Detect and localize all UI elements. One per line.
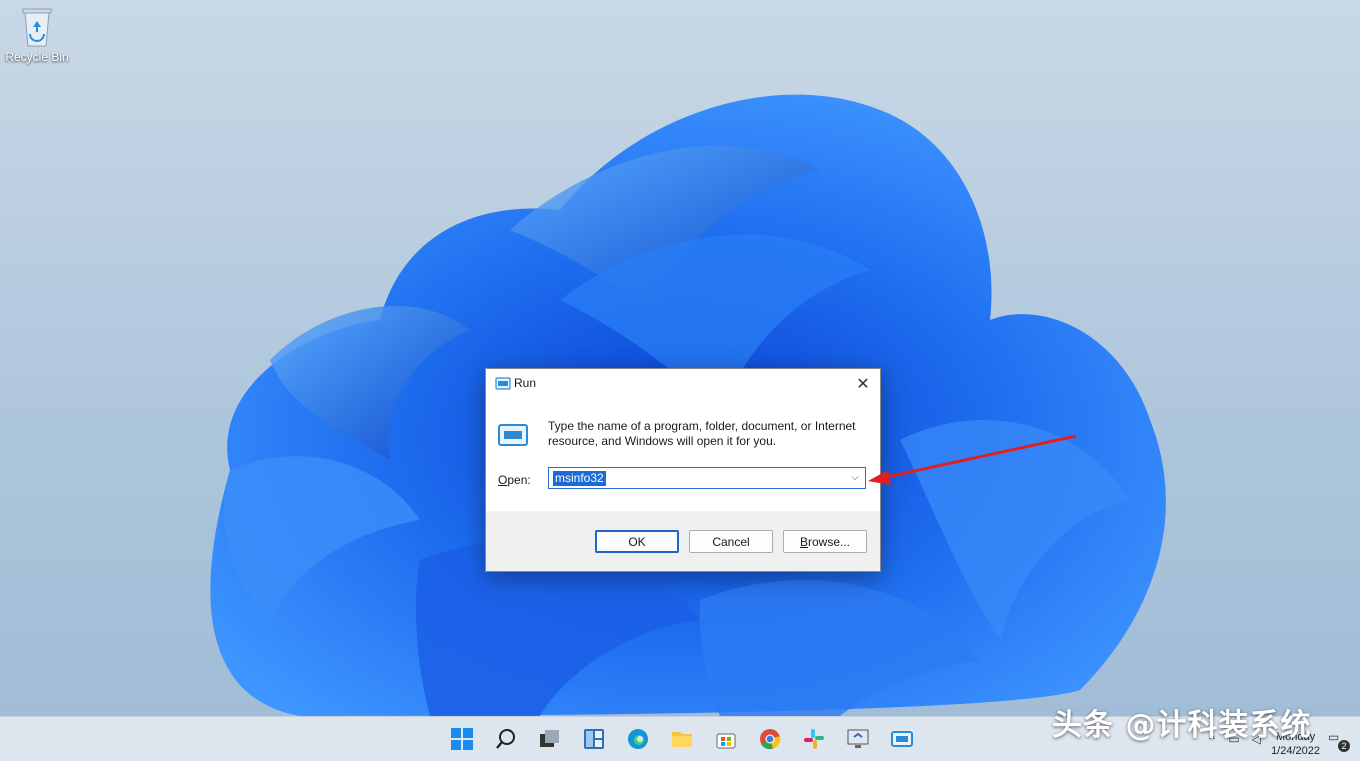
open-label-rest: pen: bbox=[507, 473, 531, 487]
search-icon[interactable] bbox=[492, 725, 520, 753]
widgets-icon[interactable] bbox=[580, 725, 608, 753]
browse-label-rest: rowse... bbox=[808, 534, 851, 549]
remote-desktop-icon[interactable] bbox=[844, 725, 872, 753]
notification-badge: 2 bbox=[1338, 740, 1350, 752]
open-label: Open: bbox=[498, 473, 531, 487]
open-input-value: msinfo32 bbox=[553, 471, 606, 486]
run-app-icon bbox=[498, 423, 528, 449]
task-view-icon[interactable] bbox=[536, 725, 564, 753]
chrome-icon[interactable] bbox=[756, 725, 784, 753]
desktop-icon-recycle-bin[interactable]: Recycle Bin bbox=[4, 4, 70, 64]
desktop-icon-label: Recycle Bin bbox=[5, 50, 69, 64]
wallpaper bbox=[210, 94, 1166, 716]
ok-button[interactable]: OK bbox=[595, 530, 679, 553]
dialog-body: Type the name of a program, folder, docu… bbox=[486, 399, 880, 511]
dialog-titlebar[interactable]: Run ✕ bbox=[486, 369, 880, 399]
annotation-arrow bbox=[868, 434, 1077, 485]
close-icon: ✕ bbox=[856, 376, 870, 393]
clock-date: 1/24/2022 bbox=[1271, 745, 1320, 757]
run-icon[interactable] bbox=[884, 721, 920, 757]
dialog-description: Type the name of a program, folder, docu… bbox=[548, 419, 856, 448]
run-icon bbox=[495, 377, 511, 391]
browse-accel: B bbox=[799, 534, 808, 549]
store-icon[interactable] bbox=[712, 725, 740, 753]
cancel-button[interactable]: Cancel bbox=[689, 530, 773, 553]
notification-icon: ▭ bbox=[1328, 730, 1340, 744]
close-button[interactable]: ✕ bbox=[846, 369, 880, 399]
edge-icon[interactable] bbox=[624, 725, 652, 753]
open-label-accel: O bbox=[498, 473, 508, 487]
dialog-title: Run bbox=[514, 376, 537, 390]
file-explorer-icon[interactable] bbox=[668, 725, 696, 753]
run-dialog: Run ✕ Type the name of a program, folder… bbox=[485, 368, 881, 572]
open-input[interactable]: msinfo32 ⌵ bbox=[548, 467, 866, 489]
slack-icon[interactable] bbox=[800, 725, 828, 753]
recycle-bin-icon bbox=[17, 4, 57, 48]
browse-button[interactable]: Browse... bbox=[783, 530, 867, 553]
start-icon[interactable] bbox=[448, 725, 476, 753]
watermark: 头条 @计科装系统 bbox=[1052, 708, 1312, 743]
notification-button[interactable]: ▭ 2 bbox=[1328, 730, 1350, 752]
